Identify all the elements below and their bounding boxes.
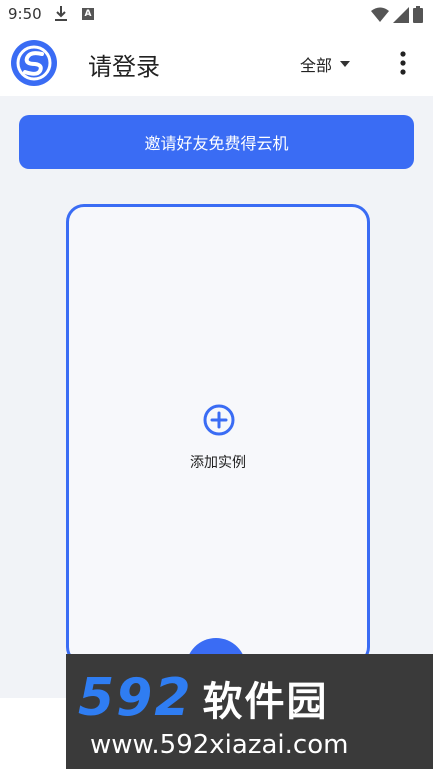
invite-friends-button[interactable]: 邀请好友免费得云机 [19,115,414,169]
add-instance-label: 添加实例 [190,455,246,471]
status-icons [371,6,423,23]
status-bar: 9:50 A [0,0,433,30]
watermark-number: 592 [78,668,193,728]
app-logo-icon [11,40,57,86]
notification-a-icon: A [82,8,94,20]
signal-icon [393,6,409,23]
filter-label: 全部 [300,56,333,75]
page-title[interactable]: 请登录 [88,47,160,82]
caret-down-icon [340,61,351,67]
filter-dropdown[interactable]: 全部 [300,52,351,76]
battery-icon [413,6,423,23]
watermark-brand: 592 软件园 [78,668,329,728]
watermark-text: 软件园 [202,679,329,725]
watermark-url: www.592xiazai.com [90,730,349,760]
app-bar: 请登录 全部 [0,30,433,96]
add-circle-icon[interactable] [203,404,235,436]
watermark-banner: 592 软件园 www.592xiazai.com [66,654,433,769]
status-time: 9:50 [8,5,42,23]
download-icon [55,6,67,21]
more-vert-icon[interactable] [395,50,411,76]
add-instance-card[interactable]: 添加实例 [66,204,370,665]
wifi-icon [371,7,389,22]
